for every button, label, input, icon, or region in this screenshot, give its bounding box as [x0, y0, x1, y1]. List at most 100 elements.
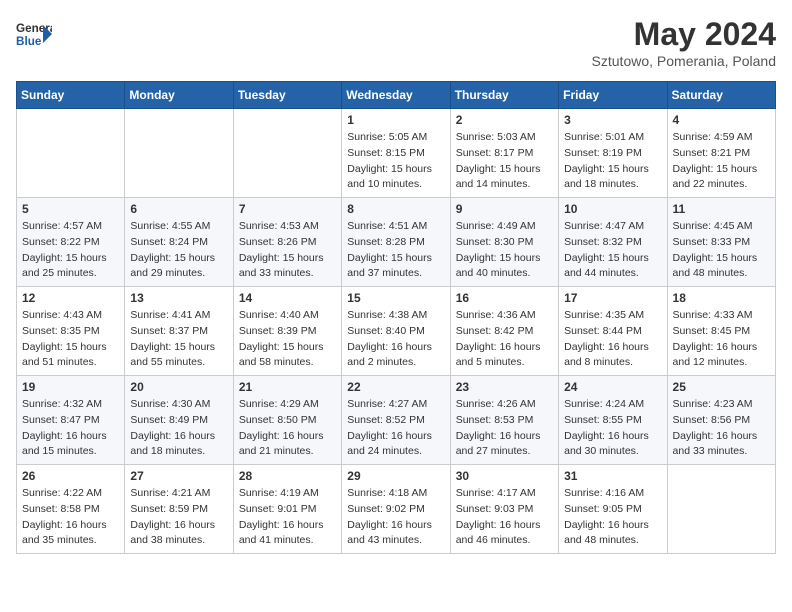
- day-info: Sunrise: 4:24 AMSunset: 8:55 PMDaylight:…: [564, 397, 661, 460]
- calendar-cell: 5 Sunrise: 4:57 AMSunset: 8:22 PMDaylight…: [17, 198, 125, 287]
- day-number: 17: [564, 291, 661, 305]
- day-number: 30: [456, 469, 553, 483]
- weekday-header: Monday: [125, 82, 233, 109]
- calendar-cell: 18Sunrise: 4:33 AMSunset: 8:45 PMDayligh…: [667, 287, 775, 376]
- day-number: 14: [239, 291, 336, 305]
- calendar-cell: 6 Sunrise: 4:55 AMSunset: 8:24 PMDaylight…: [125, 198, 233, 287]
- weekday-header: Sunday: [17, 82, 125, 109]
- day-number: 24: [564, 380, 661, 394]
- location-subtitle: Sztutowo, Pomerania, Poland: [592, 53, 776, 69]
- calendar-cell: 2Sunrise: 5:03 AMSunset: 8:17 PMDaylight…: [450, 109, 558, 198]
- day-info: Sunrise: 4:38 AMSunset: 8:40 PMDaylight:…: [347, 308, 444, 371]
- day-info: Sunrise: 4:21 AMSunset: 8:59 PMDaylight:…: [130, 486, 227, 549]
- day-number: 9: [456, 202, 553, 216]
- calendar-cell: 17 Sunrise: 4:35 AMSunset: 8:44 PMDayligh…: [559, 287, 667, 376]
- calendar-cell: 1 Sunrise: 5:05 AMSunset: 8:15 PMDaylight…: [342, 109, 450, 198]
- day-number: 10: [564, 202, 661, 216]
- calendar-cell: 24 Sunrise: 4:24 AMSunset: 8:55 PMDayligh…: [559, 376, 667, 465]
- logo: General Blue: [16, 16, 52, 52]
- day-number: 19: [22, 380, 119, 394]
- day-info: Sunrise: 4:59 AMSunset: 8:21 PMDaylight:…: [673, 130, 770, 193]
- day-number: 25: [673, 380, 770, 394]
- page-header: General Blue May 2024 Sztutowo, Pomerani…: [16, 16, 776, 69]
- day-info: Sunrise: 4:23 AMSunset: 8:56 PMDaylight:…: [673, 397, 770, 460]
- weekday-header: Friday: [559, 82, 667, 109]
- weekday-header: Tuesday: [233, 82, 341, 109]
- weekday-header: Thursday: [450, 82, 558, 109]
- day-number: 12: [22, 291, 119, 305]
- calendar-week-row: 12 Sunrise: 4:43 AMSunset: 8:35 PMDayligh…: [17, 287, 776, 376]
- calendar-cell: 28 Sunrise: 4:19 AMSunset: 9:01 PMDayligh…: [233, 465, 341, 554]
- day-info: Sunrise: 4:29 AMSunset: 8:50 PMDaylight:…: [239, 397, 336, 460]
- calendar-cell: 21Sunrise: 4:29 AMSunset: 8:50 PMDayligh…: [233, 376, 341, 465]
- weekday-header: Saturday: [667, 82, 775, 109]
- calendar-cell: 16Sunrise: 4:36 AMSunset: 8:42 PMDayligh…: [450, 287, 558, 376]
- day-info: Sunrise: 4:17 AMSunset: 9:03 PMDaylight:…: [456, 486, 553, 549]
- calendar-cell: 12 Sunrise: 4:43 AMSunset: 8:35 PMDayligh…: [17, 287, 125, 376]
- day-info: Sunrise: 4:57 AMSunset: 8:22 PMDaylight:…: [22, 219, 119, 282]
- day-number: 28: [239, 469, 336, 483]
- day-info: Sunrise: 4:16 AMSunset: 9:05 PMDaylight:…: [564, 486, 661, 549]
- calendar-cell: 31 Sunrise: 4:16 AMSunset: 9:05 PMDayligh…: [559, 465, 667, 554]
- calendar-cell: 10Sunrise: 4:47 AMSunset: 8:32 PMDayligh…: [559, 198, 667, 287]
- calendar-cell: 29 Sunrise: 4:18 AMSunset: 9:02 PMDayligh…: [342, 465, 450, 554]
- calendar-cell: 23 Sunrise: 4:26 AMSunset: 8:53 PMDayligh…: [450, 376, 558, 465]
- calendar-cell: 4Sunrise: 4:59 AMSunset: 8:21 PMDaylight…: [667, 109, 775, 198]
- calendar-cell: [667, 465, 775, 554]
- day-info: Sunrise: 4:22 AMSunset: 8:58 PMDaylight:…: [22, 486, 119, 549]
- title-block: May 2024 Sztutowo, Pomerania, Poland: [592, 16, 776, 69]
- day-number: 3: [564, 113, 661, 127]
- day-number: 29: [347, 469, 444, 483]
- day-number: 31: [564, 469, 661, 483]
- calendar-cell: 26Sunrise: 4:22 AMSunset: 8:58 PMDayligh…: [17, 465, 125, 554]
- day-info: Sunrise: 4:49 AMSunset: 8:30 PMDaylight:…: [456, 219, 553, 282]
- day-info: Sunrise: 4:27 AMSunset: 8:52 PMDaylight:…: [347, 397, 444, 460]
- day-number: 1: [347, 113, 444, 127]
- day-number: 11: [673, 202, 770, 216]
- calendar-cell: 9 Sunrise: 4:49 AMSunset: 8:30 PMDaylight…: [450, 198, 558, 287]
- calendar-week-row: 19 Sunrise: 4:32 AMSunset: 8:47 PMDayligh…: [17, 376, 776, 465]
- day-info: Sunrise: 4:45 AMSunset: 8:33 PMDaylight:…: [673, 219, 770, 282]
- calendar-cell: [125, 109, 233, 198]
- calendar-cell: 11 Sunrise: 4:45 AMSunset: 8:33 PMDayligh…: [667, 198, 775, 287]
- day-number: 16: [456, 291, 553, 305]
- calendar-cell: 8Sunrise: 4:51 AMSunset: 8:28 PMDaylight…: [342, 198, 450, 287]
- day-number: 27: [130, 469, 227, 483]
- calendar-cell: 20Sunrise: 4:30 AMSunset: 8:49 PMDayligh…: [125, 376, 233, 465]
- calendar-cell: 30 Sunrise: 4:17 AMSunset: 9:03 PMDayligh…: [450, 465, 558, 554]
- day-info: Sunrise: 5:03 AMSunset: 8:17 PMDaylight:…: [456, 130, 553, 193]
- calendar-cell: 27 Sunrise: 4:21 AMSunset: 8:59 PMDayligh…: [125, 465, 233, 554]
- day-number: 5: [22, 202, 119, 216]
- day-number: 6: [130, 202, 227, 216]
- calendar-table: SundayMondayTuesdayWednesdayThursdayFrid…: [16, 81, 776, 554]
- day-info: Sunrise: 4:30 AMSunset: 8:49 PMDaylight:…: [130, 397, 227, 460]
- day-number: 15: [347, 291, 444, 305]
- day-info: Sunrise: 4:53 AMSunset: 8:26 PMDaylight:…: [239, 219, 336, 282]
- day-number: 13: [130, 291, 227, 305]
- calendar-cell: 3Sunrise: 5:01 AMSunset: 8:19 PMDaylight…: [559, 109, 667, 198]
- calendar-week-row: 5 Sunrise: 4:57 AMSunset: 8:22 PMDaylight…: [17, 198, 776, 287]
- calendar-cell: 19 Sunrise: 4:32 AMSunset: 8:47 PMDayligh…: [17, 376, 125, 465]
- day-number: 18: [673, 291, 770, 305]
- day-info: Sunrise: 4:32 AMSunset: 8:47 PMDaylight:…: [22, 397, 119, 460]
- svg-text:Blue: Blue: [16, 35, 42, 48]
- day-info: Sunrise: 4:19 AMSunset: 9:01 PMDaylight:…: [239, 486, 336, 549]
- calendar-cell: 7Sunrise: 4:53 AMSunset: 8:26 PMDaylight…: [233, 198, 341, 287]
- day-number: 8: [347, 202, 444, 216]
- day-info: Sunrise: 4:41 AMSunset: 8:37 PMDaylight:…: [130, 308, 227, 371]
- day-info: Sunrise: 4:18 AMSunset: 9:02 PMDaylight:…: [347, 486, 444, 549]
- day-info: Sunrise: 4:55 AMSunset: 8:24 PMDaylight:…: [130, 219, 227, 282]
- day-info: Sunrise: 4:43 AMSunset: 8:35 PMDaylight:…: [22, 308, 119, 371]
- day-info: Sunrise: 5:05 AMSunset: 8:15 PMDaylight:…: [347, 130, 444, 193]
- day-info: Sunrise: 4:35 AMSunset: 8:44 PMDaylight:…: [564, 308, 661, 371]
- day-info: Sunrise: 4:40 AMSunset: 8:39 PMDaylight:…: [239, 308, 336, 371]
- calendar-cell: 14 Sunrise: 4:40 AMSunset: 8:39 PMDayligh…: [233, 287, 341, 376]
- month-year-title: May 2024: [592, 16, 776, 53]
- day-number: 22: [347, 380, 444, 394]
- day-number: 23: [456, 380, 553, 394]
- calendar-cell: 15 Sunrise: 4:38 AMSunset: 8:40 PMDayligh…: [342, 287, 450, 376]
- day-info: Sunrise: 4:26 AMSunset: 8:53 PMDaylight:…: [456, 397, 553, 460]
- logo-icon: General Blue: [16, 16, 52, 52]
- calendar-week-row: 1 Sunrise: 5:05 AMSunset: 8:15 PMDaylight…: [17, 109, 776, 198]
- weekday-header-row: SundayMondayTuesdayWednesdayThursdayFrid…: [17, 82, 776, 109]
